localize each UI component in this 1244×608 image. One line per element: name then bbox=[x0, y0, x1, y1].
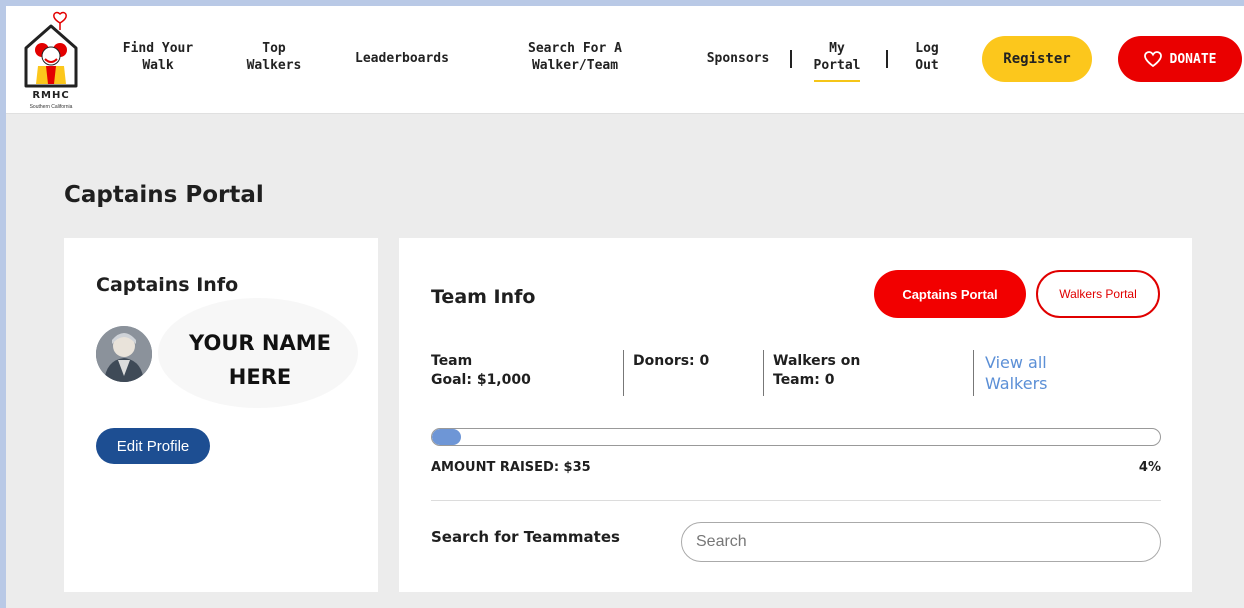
register-button[interactable]: Register bbox=[982, 36, 1092, 82]
walkers-on-team: Walkers on Team: 0 bbox=[773, 352, 860, 390]
nav-log-out[interactable]: Log Out bbox=[902, 40, 952, 74]
captains-info-heading: Captains Info bbox=[96, 274, 239, 296]
nav-my-portal[interactable]: My Portal bbox=[806, 40, 868, 74]
view-all-line-1: View all bbox=[985, 353, 1047, 372]
nav-leaderboards[interactable]: Leaderboards bbox=[340, 50, 464, 67]
search-teammates-input[interactable] bbox=[681, 522, 1161, 562]
walkers-line-1: Walkers on bbox=[773, 353, 861, 369]
avatar bbox=[96, 326, 152, 382]
captain-name-line-1: YOUR NAME bbox=[189, 331, 331, 355]
team-info-heading: Team Info bbox=[431, 286, 536, 308]
nav-find-your-walk[interactable]: Find Your Walk bbox=[110, 40, 206, 74]
stat-divider bbox=[973, 350, 974, 396]
amount-raised: AMOUNT RAISED: $35 bbox=[431, 460, 591, 475]
active-nav-underline bbox=[814, 80, 860, 82]
logo-text: RMHC bbox=[32, 90, 70, 101]
view-all-walkers-link[interactable]: View all Walkers bbox=[985, 352, 1048, 394]
fundraising-progress-bar bbox=[431, 428, 1161, 446]
nav-search-walker-team[interactable]: Search For A Walker/Team bbox=[514, 40, 636, 74]
view-all-line-2: Walkers bbox=[985, 374, 1048, 393]
nav-top-walkers[interactable]: Top Walkers bbox=[232, 40, 316, 74]
walkers-line-2: Team: 0 bbox=[773, 372, 835, 388]
edit-profile-button[interactable]: Edit Profile bbox=[96, 428, 210, 464]
nav-top-walkers-line-2: Walkers bbox=[246, 58, 302, 73]
nav-search-line-1: Search For A bbox=[528, 41, 622, 56]
nav-log-out-line-1: Log bbox=[915, 41, 939, 56]
nav-search-line-2: Walker/Team bbox=[531, 58, 619, 73]
team-goal: Team Goal: $1,000 bbox=[431, 352, 531, 390]
nav-my-portal-line-1: My bbox=[829, 41, 845, 56]
stat-divider bbox=[623, 350, 624, 396]
heart-icon bbox=[1143, 51, 1162, 67]
house-logo-icon bbox=[24, 11, 78, 88]
team-goal-line-2: Goal: $1,000 bbox=[431, 372, 531, 388]
section-divider bbox=[431, 500, 1161, 501]
nav-separator bbox=[790, 50, 792, 68]
nav-find-your-walk-line-2: Walk bbox=[142, 58, 174, 73]
page-frame: RMHC Southern California Find Your Walk … bbox=[6, 6, 1244, 608]
progress-fill bbox=[432, 429, 462, 445]
site-header: RMHC Southern California Find Your Walk … bbox=[6, 6, 1244, 114]
nav-sponsors[interactable]: Sponsors bbox=[696, 50, 780, 67]
nav-find-your-walk-line-1: Find Your bbox=[122, 41, 194, 56]
donate-button[interactable]: DONATE bbox=[1118, 36, 1242, 82]
nav-top-walkers-line-1: Top bbox=[262, 41, 286, 56]
page-title: Captains Portal bbox=[64, 182, 264, 208]
logo-subtext: Southern California bbox=[29, 104, 73, 110]
team-info-card: Team Info Captains Portal Walkers Portal… bbox=[399, 238, 1192, 592]
captains-info-card: Captains Info YOUR NAME HERE Edit Profil… bbox=[64, 238, 378, 592]
captain-name-line-2: HERE bbox=[228, 365, 292, 389]
nav-log-out-line-2: Out bbox=[915, 58, 939, 73]
walkers-portal-button[interactable]: Walkers Portal bbox=[1036, 270, 1160, 318]
nav-separator bbox=[886, 50, 888, 68]
stat-divider bbox=[763, 350, 764, 396]
captains-portal-button[interactable]: Captains Portal bbox=[874, 270, 1026, 318]
nav-my-portal-line-2: Portal bbox=[813, 58, 861, 73]
donors-count: Donors: 0 bbox=[633, 353, 710, 369]
progress-percent: 4% bbox=[1138, 460, 1161, 475]
avatar-photo bbox=[96, 326, 152, 382]
search-teammates-label: Search for Teammates bbox=[431, 528, 620, 546]
donate-label: DONATE bbox=[1169, 51, 1217, 67]
team-goal-line-1: Team bbox=[431, 353, 473, 369]
captain-name: YOUR NAME HERE bbox=[160, 326, 360, 394]
rmhc-logo[interactable]: RMHC Southern California bbox=[20, 10, 98, 110]
